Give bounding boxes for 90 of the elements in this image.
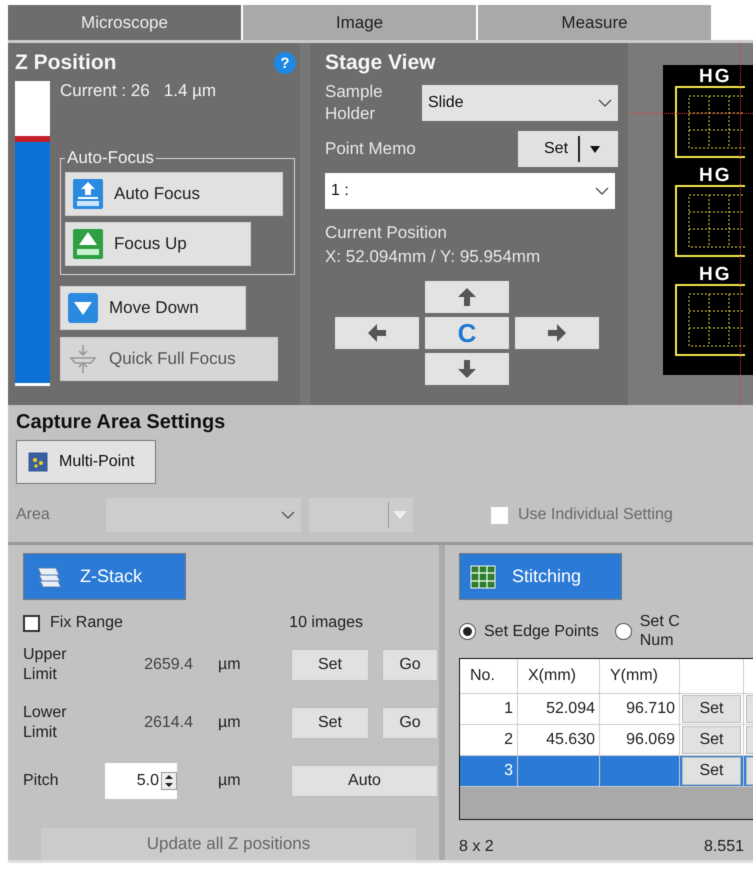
unit-label: µm <box>217 656 242 674</box>
unit-label: µm <box>217 714 242 732</box>
table-cell: 96.069 <box>600 725 680 756</box>
set-split-button[interactable]: Set <box>518 131 618 168</box>
go-button[interactable]: Go <box>382 707 438 739</box>
slot-grid-drawing <box>675 284 745 356</box>
z-stack-button[interactable]: Z-Stack <box>23 553 186 600</box>
table-row[interactable]: 3 Set <box>460 756 753 788</box>
column-header: X(mm) <box>518 659 600 694</box>
current-position-value: X: 52.094mm / Y: 95.954mm <box>325 247 542 268</box>
table-cell: 45.630 <box>518 725 600 756</box>
move-down-button[interactable] <box>425 353 509 386</box>
set-button[interactable]: Set <box>682 726 741 754</box>
move-up-button[interactable] <box>425 281 509 314</box>
caret-icon <box>393 511 407 519</box>
limit-label: Lower Limit <box>23 703 68 743</box>
radio-button[interactable] <box>614 622 632 640</box>
point-memo-dropdown[interactable]: 1 : <box>325 173 615 210</box>
radio-label: Set C Num <box>640 612 680 650</box>
current-label: Current : 26 <box>60 81 150 102</box>
grid-icon <box>470 564 496 588</box>
set-button[interactable]: Set <box>291 707 369 739</box>
table-cell: 96.710 <box>600 694 680 724</box>
checkbox[interactable] <box>23 614 40 632</box>
sample-holder-label: Sample Holder <box>325 81 384 126</box>
dots-icon <box>27 451 49 473</box>
focus-up-icon <box>72 228 104 260</box>
chevron-down-icon <box>598 99 612 108</box>
footer-text: 8.551 <box>704 838 744 856</box>
checkbox-label: Fix Range <box>50 614 123 632</box>
area-label: Area <box>16 506 51 524</box>
limit-label: Upper Limit <box>23 645 68 685</box>
table-cell: 52.094 <box>518 694 600 724</box>
slot-grid-drawing <box>675 185 745 257</box>
go-button[interactable]: Go <box>382 649 438 681</box>
pitch-label: Pitch <box>23 771 60 791</box>
move-right-button[interactable] <box>515 317 599 350</box>
radio-button[interactable] <box>459 622 476 640</box>
unit-label: µm <box>217 772 242 790</box>
point-memo-label: Point Memo <box>325 139 416 160</box>
move-down-icon <box>67 292 99 324</box>
panel-title: Z Position <box>15 51 116 75</box>
move-left-button[interactable] <box>335 317 419 350</box>
footer-text: 8 x 2 <box>459 838 494 856</box>
focus-button[interactable]: Move Down <box>60 286 246 330</box>
focus-button[interactable]: Auto Focus <box>65 172 283 216</box>
sample-holder-dropdown[interactable]: Slide <box>422 85 618 122</box>
arrow-icon <box>456 286 478 308</box>
chevron-down-icon <box>281 511 295 519</box>
slot-label: HG <box>699 265 732 284</box>
tab[interactable]: Image <box>243 5 478 40</box>
checkbox[interactable] <box>491 506 508 524</box>
limit-value: 2659.4 <box>143 656 193 674</box>
auto-button[interactable]: Auto <box>291 765 438 797</box>
slot-label: HG <box>699 67 732 86</box>
chevron-down-icon <box>595 187 609 196</box>
arrow-icon <box>456 358 478 380</box>
caret-icon <box>590 146 600 153</box>
radio-label: Set Edge Points <box>484 622 599 641</box>
tab[interactable]: Measure <box>478 5 713 40</box>
focus-button[interactable]: Focus Up <box>65 222 251 266</box>
column-header: Y(mm) <box>600 659 680 694</box>
set-button[interactable]: Set <box>682 757 741 786</box>
stitching-button[interactable]: Stitching <box>459 553 622 600</box>
table-row[interactable]: 2 45.630 96.069 Set <box>460 725 753 756</box>
tab[interactable]: Microscope <box>8 5 243 40</box>
table-cell: 2 <box>460 725 518 756</box>
full-focus-icon <box>67 343 99 375</box>
checkbox-label: Use Individual Setting <box>518 506 673 524</box>
auto-focus-icon <box>72 178 104 210</box>
slot-grid-drawing <box>675 86 745 158</box>
help-icon[interactable]: ? <box>274 52 296 74</box>
panel-title: Stage View <box>325 51 436 75</box>
limit-value: 2614.4 <box>143 714 193 732</box>
multi-point-button[interactable]: Multi-Point <box>16 440 156 484</box>
table-row[interactable]: 1 52.094 96.710 Set <box>460 694 753 726</box>
section-title: Capture Area Settings <box>16 411 226 434</box>
table-cell: 1 <box>460 694 518 724</box>
group-label: Auto-Focus <box>66 148 155 168</box>
table-cell: 3 <box>460 756 518 786</box>
arrow-icon <box>546 322 568 344</box>
image-count: 10 images <box>289 614 363 632</box>
set-button[interactable]: Set <box>291 649 369 681</box>
current-value: 1.4 µm <box>164 81 216 102</box>
pitch-spinbox[interactable]: 5.0 <box>105 763 177 799</box>
arrow-icon <box>366 322 388 344</box>
current-position-label: Current Position <box>325 223 448 244</box>
column-header: No. <box>460 659 518 694</box>
set-button[interactable]: Set <box>682 695 741 724</box>
slot-label: HG <box>699 166 732 185</box>
